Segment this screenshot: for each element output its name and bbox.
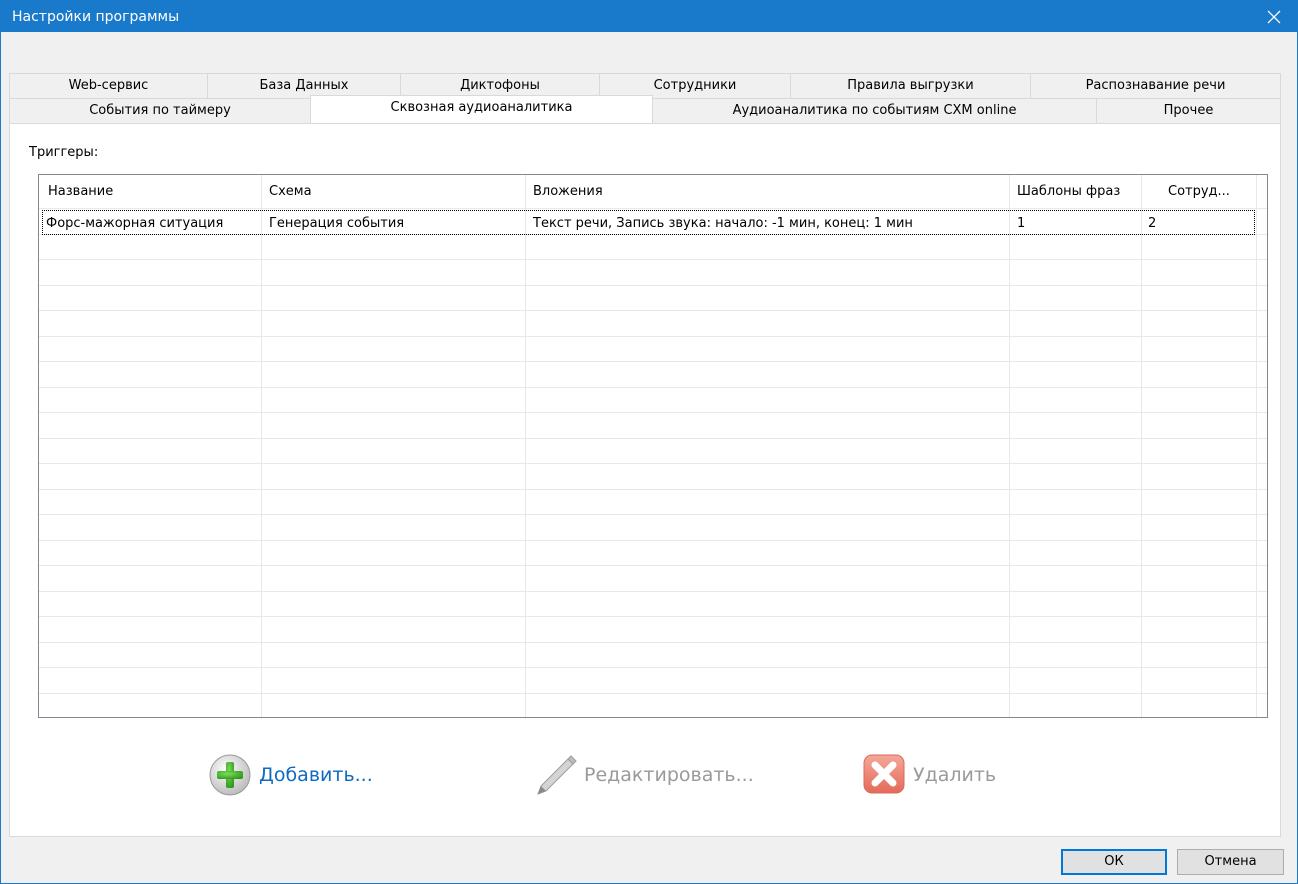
grid-row-line bbox=[39, 616, 1267, 617]
grid-row-line bbox=[39, 208, 1267, 209]
column-header-name[interactable]: Название bbox=[48, 184, 113, 199]
tab-export-rules[interactable]: Правила выгрузки bbox=[790, 73, 1031, 98]
delete-button-label: Удалить bbox=[913, 764, 997, 786]
triggers-table[interactable]: Название Схема Вложения Шаблоны фраз Сот… bbox=[38, 174, 1268, 718]
cancel-button[interactable]: Отмена bbox=[1177, 849, 1284, 875]
edit-button[interactable]: Редактировать... bbox=[532, 752, 754, 798]
tab-web-service[interactable]: Web-сервис bbox=[9, 73, 208, 98]
title-bar: Настройки программы bbox=[1, 1, 1297, 32]
close-icon[interactable] bbox=[1251, 1, 1297, 32]
tab-timer-events[interactable]: События по таймеру bbox=[9, 98, 311, 123]
edit-button-label: Редактировать... bbox=[584, 764, 754, 786]
grid-row-line bbox=[39, 540, 1267, 541]
grid-row-line bbox=[39, 642, 1267, 643]
column-header-employees[interactable]: Сотруд... bbox=[1168, 184, 1230, 199]
tab-row-2: События по таймеру Сквозная аудиоаналити… bbox=[9, 95, 1281, 123]
ok-button[interactable]: ОК bbox=[1061, 849, 1167, 875]
grid-row-line bbox=[39, 514, 1267, 515]
grid-row-line bbox=[39, 336, 1267, 337]
grid-row-line bbox=[39, 412, 1267, 413]
grid-row-line bbox=[39, 489, 1267, 490]
tab-other[interactable]: Прочее bbox=[1096, 98, 1281, 123]
triggers-label: Триггеры: bbox=[29, 145, 99, 160]
grid-row-line bbox=[39, 310, 1267, 311]
pen-icon bbox=[532, 750, 578, 801]
grid-column-line bbox=[1141, 175, 1142, 717]
grid-row-line bbox=[39, 361, 1267, 362]
x-square-icon bbox=[861, 750, 907, 801]
table-cell-employees[interactable]: 2 bbox=[1148, 216, 1156, 231]
grid-column-line bbox=[1009, 175, 1010, 717]
tab-cxm-audio-analytics[interactable]: Аудиоаналитика по событиям CXM online bbox=[652, 98, 1097, 123]
grid-row-line bbox=[39, 285, 1267, 286]
grid-column-line bbox=[525, 175, 526, 717]
column-header-scheme[interactable]: Схема bbox=[269, 184, 312, 199]
grid-row-line bbox=[39, 565, 1267, 566]
table-cell-attachments[interactable]: Текст речи, Запись звука: начало: -1 мин… bbox=[533, 216, 913, 231]
delete-button[interactable]: Удалить bbox=[861, 752, 996, 798]
column-header-attachments[interactable]: Вложения bbox=[533, 184, 603, 199]
tab-speech-recognition[interactable]: Распознавание речи bbox=[1030, 73, 1281, 98]
plus-circle-icon bbox=[207, 750, 253, 801]
grid-row-line bbox=[39, 438, 1267, 439]
grid-row-line bbox=[39, 259, 1267, 260]
grid-column-line bbox=[261, 175, 262, 717]
table-cell-phrase-templates[interactable]: 1 bbox=[1017, 216, 1025, 231]
grid-row-line bbox=[39, 667, 1267, 668]
table-cell-scheme[interactable]: Генерация события bbox=[269, 216, 404, 231]
add-button-label: Добавить... bbox=[259, 764, 373, 786]
grid-row-line bbox=[39, 387, 1267, 388]
column-header-phrase-templates[interactable]: Шаблоны фраз bbox=[1017, 184, 1120, 199]
add-button[interactable]: Добавить... bbox=[207, 752, 373, 798]
window-title: Настройки программы bbox=[12, 9, 180, 25]
grid-row-line bbox=[39, 463, 1267, 464]
tab-end-to-end-audio-analytics[interactable]: Сквозная аудиоаналитика bbox=[310, 95, 653, 123]
grid-column-line bbox=[1256, 175, 1257, 717]
table-cell-name[interactable]: Форс-мажорная ситуация bbox=[46, 216, 223, 231]
grid-row-line bbox=[39, 591, 1267, 592]
grid-row-line bbox=[39, 693, 1267, 694]
